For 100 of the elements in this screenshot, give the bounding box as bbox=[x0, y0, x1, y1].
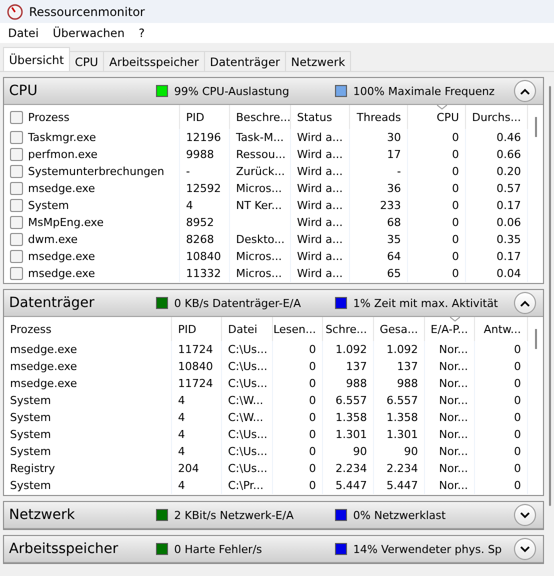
table-cell: 0 bbox=[514, 360, 521, 373]
gauge-icon bbox=[7, 4, 23, 20]
table-cell: 90 bbox=[404, 445, 418, 458]
expand-button[interactable] bbox=[514, 538, 536, 560]
column-header[interactable]: Schre... bbox=[325, 322, 367, 336]
table-cell: 0.17 bbox=[496, 199, 521, 212]
table-cell: 0 bbox=[514, 462, 521, 475]
table-cell: Wird a... bbox=[297, 148, 343, 161]
checkbox[interactable] bbox=[10, 216, 23, 229]
table-cell: msedge.exe bbox=[28, 182, 95, 195]
menu-item[interactable]: Überwachen bbox=[52, 26, 125, 40]
checkbox[interactable] bbox=[10, 182, 23, 195]
checkbox[interactable] bbox=[10, 131, 23, 144]
collapse-button[interactable] bbox=[514, 292, 536, 314]
column-header[interactable]: PID bbox=[186, 110, 204, 124]
table-cell: 0.57 bbox=[496, 182, 521, 195]
table-cell: 0 bbox=[514, 479, 521, 492]
column-header[interactable]: Durchs... bbox=[472, 110, 521, 124]
table-cell: Wird a... bbox=[297, 199, 343, 212]
table-cell: C:\Us... bbox=[228, 462, 268, 475]
table-cell: 0 bbox=[452, 131, 459, 144]
column-header[interactable]: Antw... bbox=[484, 322, 521, 336]
legend-label: 99% CPU-Auslastung bbox=[174, 84, 290, 98]
checkbox[interactable] bbox=[10, 110, 23, 124]
tab[interactable]: Netzwerk bbox=[285, 51, 352, 71]
checkbox[interactable] bbox=[10, 267, 23, 280]
table-cell: 30 bbox=[387, 131, 401, 144]
section-title: Datenträger bbox=[9, 295, 96, 311]
checkbox[interactable] bbox=[10, 165, 23, 178]
table-cell: 11332 bbox=[186, 267, 221, 280]
menu-item[interactable]: ? bbox=[138, 26, 145, 40]
legend-label: 100% Maximale Frequenz bbox=[353, 84, 495, 98]
table-cell: Nor... bbox=[439, 445, 468, 458]
table-cell: Micros... bbox=[236, 250, 282, 263]
section-title: Arbeitsspeicher bbox=[9, 541, 120, 557]
table-cell: 0.46 bbox=[496, 131, 521, 144]
column-header[interactable]: Status bbox=[297, 110, 332, 124]
checkbox[interactable] bbox=[10, 148, 23, 161]
tab[interactable]: Arbeitsspeicher bbox=[103, 51, 205, 71]
table-cell: 0.66 bbox=[496, 148, 521, 161]
collapse-button[interactable] bbox=[514, 80, 536, 102]
table-cell: 2.234 bbox=[336, 462, 367, 475]
table-cell: 90 bbox=[353, 445, 367, 458]
table-cell: perfmon.exe bbox=[28, 148, 98, 161]
column-header[interactable]: Threads bbox=[356, 110, 401, 124]
table-cell: 1.301 bbox=[336, 428, 367, 441]
table-cell: Nor... bbox=[439, 462, 468, 475]
table-cell: 6.557 bbox=[336, 394, 367, 407]
table-cell: 4 bbox=[178, 411, 185, 424]
legend-label: 1% Zeit mit max. Aktivität bbox=[353, 296, 498, 310]
scrollbar-thumb[interactable] bbox=[549, 86, 551, 506]
tab[interactable]: Übersicht bbox=[3, 47, 70, 71]
column-header[interactable]: Datei bbox=[228, 322, 258, 336]
column-header[interactable]: Lesen... bbox=[273, 322, 316, 336]
table-cell: 0 bbox=[309, 428, 316, 441]
table-cell: 68 bbox=[387, 216, 401, 229]
table-cell: 0 bbox=[452, 148, 459, 161]
column-header[interactable]: Prozess bbox=[28, 110, 70, 124]
table-cell: Nor... bbox=[439, 411, 468, 424]
table-cell: NT Ker... bbox=[236, 199, 282, 212]
chevron-down-icon bbox=[520, 546, 530, 552]
table-cell: 9988 bbox=[186, 148, 214, 161]
table-cell: Micros... bbox=[236, 182, 282, 195]
column-header[interactable]: CPU bbox=[436, 110, 459, 124]
table-cell: 17 bbox=[387, 148, 401, 161]
table-cell: 1.358 bbox=[386, 411, 418, 424]
table-cell: msedge.exe bbox=[10, 343, 77, 356]
checkbox[interactable] bbox=[10, 233, 23, 246]
table-cell: 0 bbox=[309, 343, 316, 356]
table-cell: 12196 bbox=[186, 131, 221, 144]
expand-button[interactable] bbox=[514, 504, 536, 526]
table-cell: Taskmgr.exe bbox=[28, 131, 96, 144]
table-cell: MsMpEng.exe bbox=[28, 216, 104, 229]
window-title: Ressourcenmonitor bbox=[29, 4, 145, 18]
scrollbar-thumb[interactable] bbox=[534, 117, 536, 137]
table-cell: Ressou... bbox=[236, 148, 286, 161]
table-cell: 1.301 bbox=[386, 428, 418, 441]
table-cell: C:\Us... bbox=[228, 377, 268, 390]
table-cell: 0 bbox=[309, 479, 316, 492]
table-cell: 0 bbox=[452, 182, 459, 195]
table-cell: System bbox=[10, 445, 52, 458]
column-header[interactable]: E/A-P... bbox=[430, 322, 468, 336]
checkbox[interactable] bbox=[10, 250, 23, 263]
table-cell: 1.092 bbox=[386, 343, 418, 356]
table-cell: 8268 bbox=[186, 233, 214, 246]
table-cell: 64 bbox=[387, 250, 401, 263]
table-cell: 4 bbox=[178, 394, 185, 407]
table-cell: 0 bbox=[514, 411, 521, 424]
tab[interactable]: Datenträger bbox=[204, 51, 286, 71]
table-cell: 65 bbox=[387, 267, 401, 280]
checkbox[interactable] bbox=[10, 199, 23, 212]
column-header[interactable]: Gesa... bbox=[380, 322, 418, 336]
column-header[interactable]: PID bbox=[178, 322, 196, 336]
column-header[interactable]: Beschre... bbox=[236, 110, 291, 124]
column-header[interactable]: Prozess bbox=[10, 322, 52, 336]
table-cell: 233 bbox=[380, 199, 401, 212]
scrollbar-thumb[interactable] bbox=[534, 329, 536, 349]
menu-item[interactable]: Datei bbox=[8, 26, 39, 40]
table-cell: 0 bbox=[452, 250, 459, 263]
table-cell: 11724 bbox=[178, 377, 213, 390]
